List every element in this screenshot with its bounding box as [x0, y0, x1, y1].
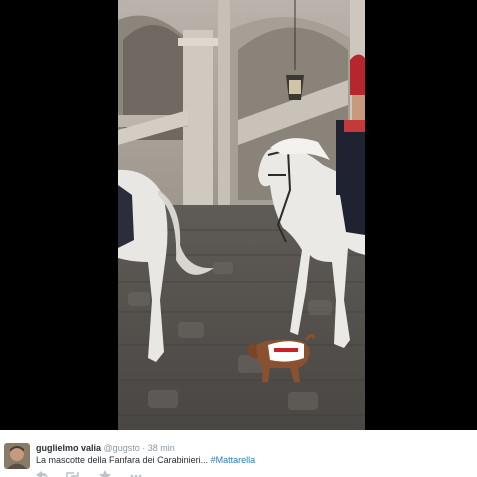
tweet-header: guglielmo valia @gugsto · 38 min	[36, 443, 175, 454]
display-name[interactable]: guglielmo valia	[36, 443, 101, 453]
separator: ·	[142, 443, 146, 453]
tweet-text: La mascotte della Fanfara dei Carabinier…	[36, 455, 255, 466]
tweet-body: La mascotte della Fanfara dei Carabinier…	[36, 455, 211, 465]
reply-icon[interactable]	[36, 471, 48, 477]
photo-horses-and-dog[interactable]	[118, 0, 365, 430]
tweet-media[interactable]	[0, 0, 477, 430]
hashtag-link[interactable]: #Mattarella	[211, 455, 256, 465]
retweet-icon[interactable]	[66, 472, 79, 477]
timestamp[interactable]: 38 min	[148, 443, 175, 453]
tweet-actions	[34, 469, 154, 477]
tweet-footer: guglielmo valia @gugsto · 38 min La masc…	[0, 430, 477, 477]
avatar[interactable]	[4, 443, 30, 469]
favorite-icon[interactable]	[99, 470, 111, 477]
username[interactable]: @gugsto	[104, 443, 140, 453]
